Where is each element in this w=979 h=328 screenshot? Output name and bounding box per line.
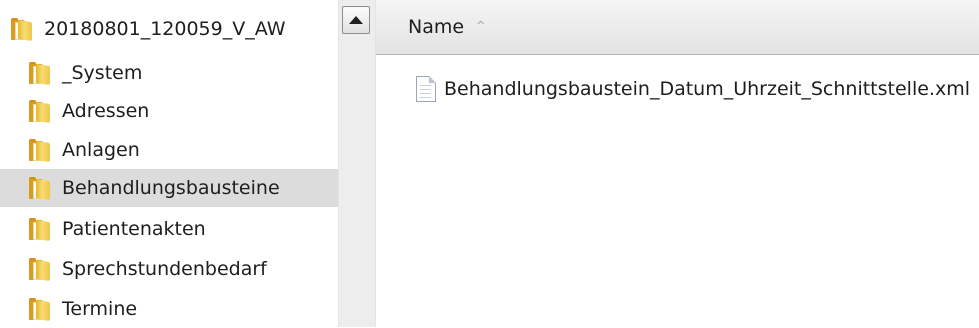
column-header-label: Name [408, 16, 465, 38]
tree-item-label: Adressen [62, 100, 150, 122]
folder-icon [28, 258, 50, 281]
tree-item-termine[interactable]: Termine [0, 290, 338, 328]
tree-item-patientenakten[interactable]: Patientenakten [0, 210, 338, 248]
folder-icon [10, 18, 32, 41]
tree-item-label: Anlagen [62, 139, 140, 161]
tree-item-label: Sprechstundenbedarf [62, 258, 267, 280]
scroll-up-arrow-icon [349, 16, 363, 24]
tree-item-root[interactable]: 20180801_120059_V_AW [10, 10, 330, 48]
vertical-scrollbar[interactable] [338, 0, 376, 327]
navigation-pane: 20180801_120059_V_AW _System Adressen An… [0, 0, 338, 327]
tree-item-label: 20180801_120059_V_AW [44, 18, 286, 40]
folder-icon [28, 139, 50, 162]
tree-item-system[interactable]: _System [0, 54, 338, 92]
xml-file-icon [416, 76, 436, 102]
tree-item-label: Termine [62, 298, 138, 320]
tree-item-adressen[interactable]: Adressen [0, 92, 338, 130]
folder-icon [28, 100, 50, 123]
folder-icon [28, 177, 50, 200]
folder-icon [28, 298, 50, 321]
tree-item-label: _System [62, 62, 143, 84]
file-item[interactable]: Behandlungsbaustein_Datum_Uhrzeit_Schnit… [416, 73, 970, 105]
tree-item-sprechstundenbedarf[interactable]: Sprechstundenbedarf [0, 250, 338, 288]
tree-item-label: Patientenakten [62, 218, 206, 240]
tree-item-anlagen[interactable]: Anlagen [0, 131, 338, 169]
file-name: Behandlungsbaustein_Datum_Uhrzeit_Schnit… [444, 78, 970, 100]
file-list-pane: Name ^ Behandlungsbaustein_Datum_Uhrzeit… [376, 0, 979, 327]
tree-item-behandlungsbausteine[interactable]: Behandlungsbausteine [0, 169, 338, 207]
folder-icon [28, 62, 50, 85]
scroll-up-button[interactable] [342, 6, 370, 34]
column-header-name[interactable]: Name ^ [376, 0, 979, 55]
sort-ascending-icon: ^ [476, 18, 486, 32]
tree-item-label: Behandlungsbausteine [62, 177, 280, 199]
folder-icon [28, 218, 50, 241]
